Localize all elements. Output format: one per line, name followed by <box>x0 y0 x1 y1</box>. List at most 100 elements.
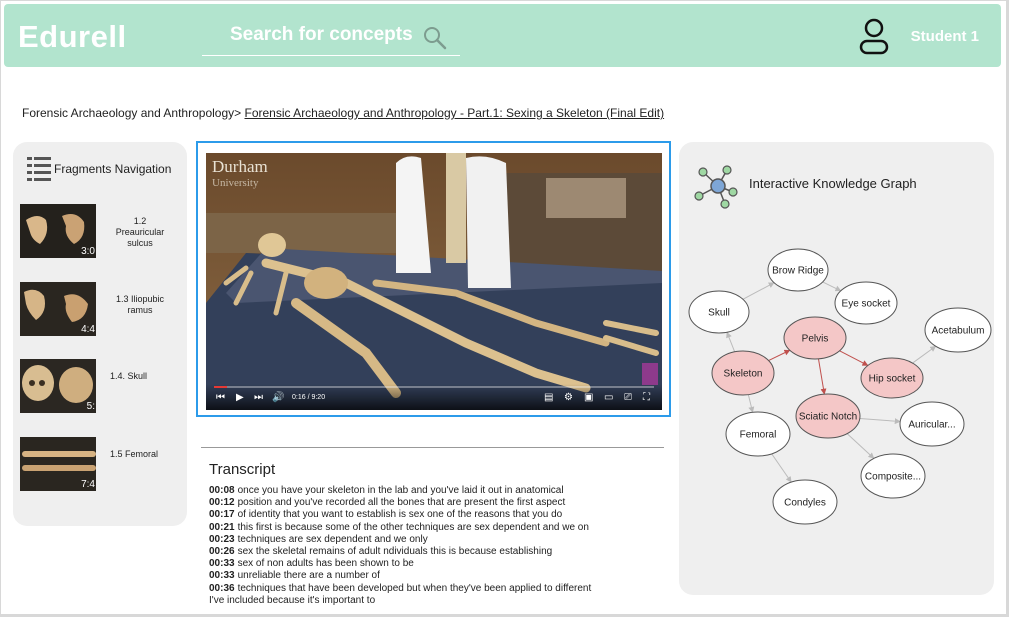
fragment-item-preauricular[interactable]: 3:0 1.2 Preauricular sulcus <box>20 204 180 258</box>
graph-edge-skeleton-femoral <box>747 394 755 413</box>
graph-node-pelvis[interactable]: Pelvis <box>783 316 847 360</box>
transcript-text: once you have your skeleton in the lab a… <box>237 485 564 496</box>
fragment-item-iliopubic[interactable]: 4:4 1.3 Iliopubic ramus <box>20 282 180 336</box>
graph-edge-hip-socket-acetabulum <box>912 345 937 364</box>
transcript-text: techniques that have been developed but … <box>237 582 592 594</box>
subtitles-icon[interactable]: ▤ <box>544 392 553 403</box>
lab-skeleton-scene <box>206 153 662 410</box>
video-progress-fill <box>214 386 228 388</box>
fragment-duration: 3:0 <box>81 246 95 257</box>
video-controls: ⏮ ▶ ⏭ 🔊 0:16 / 9:20 ▤ ⚙ ▣ ▭ ⎚ ⛶ <box>206 384 662 410</box>
transcript-line[interactable]: 00:26 sex the skeletal remains of adult n… <box>209 546 669 558</box>
transcript-divider <box>201 447 664 448</box>
graph-node-sciatic-notch[interactable]: Sciatic Notch <box>795 393 861 439</box>
transcript-text: unreliable there are a number of <box>237 570 380 582</box>
transcript-line[interactable]: 00:33 unreliable there are a number of <box>209 570 669 582</box>
transcript-timestamp[interactable]: 00:17 <box>209 509 235 520</box>
fragment-thumbnail[interactable]: 4:4 <box>20 282 96 336</box>
graph-node-femoral[interactable]: Femoral <box>725 411 791 457</box>
durham-logo: Durham University <box>212 157 268 191</box>
graph-node-label: Condyles <box>784 498 826 509</box>
user-menu[interactable]: Student 1 <box>849 18 979 56</box>
graph-edge-femoral-condyles <box>771 453 792 483</box>
transcript-timestamp[interactable]: 00:33 <box>209 570 235 581</box>
transcript-body: 00:08 once you have your skeleton in the … <box>209 485 669 607</box>
transcript-timestamp[interactable]: 00:23 <box>209 534 235 545</box>
transcript-timestamp[interactable]: 00:12 <box>209 497 235 508</box>
graph-node-label: Skull <box>708 308 730 319</box>
breadcrumb-parent[interactable]: Forensic Archaeology and Anthropology> <box>22 106 241 120</box>
graph-edge-skull-brow-ridge <box>742 282 775 300</box>
settings-icon[interactable]: ⚙ <box>564 392 573 403</box>
transcript-timestamp[interactable]: 00:33 <box>209 558 235 569</box>
fragment-thumbnail[interactable]: 3:0 <box>20 204 96 258</box>
graph-node-auricular[interactable]: Auricular... <box>899 401 965 447</box>
list-icon <box>27 157 51 181</box>
user-name[interactable]: Student 1 <box>911 28 979 45</box>
graph-edge-sciatic-notch-composite <box>846 433 875 459</box>
graph-node-condyles[interactable]: Condyles <box>772 479 838 525</box>
theater-mode-icon[interactable]: ▭ <box>604 392 613 403</box>
transcript-line[interactable]: 00:36 techniques that have been developed… <box>209 583 669 595</box>
graph-node-skeleton[interactable]: Skeleton <box>711 350 775 396</box>
graph-node-acetabulum[interactable]: Acetabulum <box>924 307 992 353</box>
transcript-line[interactable]: I've included because it's important to <box>209 595 669 607</box>
transcript-line[interactable]: 00:17 of identity that you want to establ… <box>209 509 669 521</box>
transcript-line[interactable]: 00:33 sex of non adults has been shown to… <box>209 558 669 570</box>
previous-icon[interactable]: ⏮ <box>216 392 225 403</box>
fragment-label[interactable]: 1.3 Iliopubic ramus <box>110 294 170 316</box>
video-time: 0:16 / 9:20 <box>292 394 326 401</box>
fragment-label[interactable]: 1.4. Skull <box>110 371 170 382</box>
watermark-line1: Durham <box>212 157 268 176</box>
graph-node-brow-ridge[interactable]: Brow Ridge <box>767 248 829 292</box>
breadcrumb: Forensic Archaeology and Anthropology> F… <box>22 106 664 120</box>
app-logo[interactable]: Edurell <box>18 19 127 55</box>
graph-edge-brow-ridge-eye-socket <box>822 281 842 292</box>
user-avatar-icon[interactable] <box>859 18 889 58</box>
graph-node-label: Skeleton <box>724 369 763 380</box>
transcript-timestamp[interactable]: 00:36 <box>209 583 235 594</box>
graph-node-composite[interactable]: Composite... <box>860 453 926 499</box>
search-icon[interactable] <box>422 25 448 51</box>
next-icon[interactable]: ⏭ <box>254 392 263 403</box>
search-input[interactable]: Search for concepts <box>230 24 413 46</box>
play-icon[interactable]: ▶ <box>236 392 244 403</box>
fragments-panel: Fragments Navigation 3:0 1.2 Preauricula… <box>13 142 187 526</box>
transcript-text: techniques are sex dependent and we only <box>237 533 428 545</box>
transcript-line[interactable]: 00:21 this first is because some of the o… <box>209 522 669 534</box>
graph-edge-skeleton-pelvis <box>768 349 791 362</box>
fragment-duration: 5: <box>86 401 95 412</box>
graph-node-label: Brow Ridge <box>772 266 824 277</box>
video-progress-bar[interactable] <box>214 386 654 388</box>
fragment-item-femoral[interactable]: 7:4 1.5 Femoral <box>20 437 180 491</box>
volume-icon[interactable]: 🔊 <box>272 392 284 403</box>
fullscreen-icon[interactable]: ⛶ <box>643 392 650 403</box>
watermark-line2: University <box>212 177 259 189</box>
video-frame[interactable]: Durham University ⏮ ▶ ⏭ 🔊 0:16 / 9:20 ▤ … <box>206 153 662 410</box>
fragment-label[interactable]: 1.5 Femoral <box>110 449 170 460</box>
fragment-label[interactable]: 1.2 Preauricular sulcus <box>110 216 170 249</box>
knowledge-graph-panel: Interactive Knowledge Graph Brow Ridge Sk… <box>679 142 994 595</box>
transcript-timestamp[interactable]: 00:26 <box>209 546 235 557</box>
fragment-thumbnail[interactable]: 7:4 <box>20 437 96 491</box>
graph-node-label: Femoral <box>740 430 777 441</box>
transcript-timestamp[interactable]: 00:21 <box>209 522 235 533</box>
skull-image <box>20 359 96 413</box>
transcript-text: I've included because it's important to <box>209 594 376 606</box>
search-bar[interactable]: Search for concepts <box>202 22 460 56</box>
knowledge-graph-canvas[interactable]: Brow Ridge Skull Eye socket Pelvis Acetabulu… <box>679 142 994 595</box>
transcript-timestamp[interactable]: 00:08 <box>209 485 235 496</box>
breadcrumb-current[interactable]: Forensic Archaeology and Anthropology - … <box>245 106 665 120</box>
transcript-line[interactable]: 00:23 techniques are sex dependent and we… <box>209 534 669 546</box>
graph-node-skull[interactable]: Skull <box>688 290 750 334</box>
fragment-thumbnail[interactable]: 5: <box>20 359 96 413</box>
transcript-line[interactable]: 00:12 position and you've recorded all th… <box>209 497 669 509</box>
top-header: Edurell Search for concepts Student 1 <box>4 4 1001 67</box>
graph-node-hip-socket[interactable]: Hip socket <box>860 357 924 399</box>
miniplayer-icon[interactable]: ▣ <box>584 392 593 403</box>
video-player[interactable]: Durham University ⏮ ▶ ⏭ 🔊 0:16 / 9:20 ▤ … <box>196 141 671 417</box>
transcript-line[interactable]: 00:08 once you have your skeleton in the … <box>209 485 669 497</box>
cast-icon[interactable]: ⎚ <box>624 392 632 403</box>
graph-node-eye-socket[interactable]: Eye socket <box>834 281 898 325</box>
fragment-item-skull[interactable]: 5: 1.4. Skull <box>20 359 180 413</box>
